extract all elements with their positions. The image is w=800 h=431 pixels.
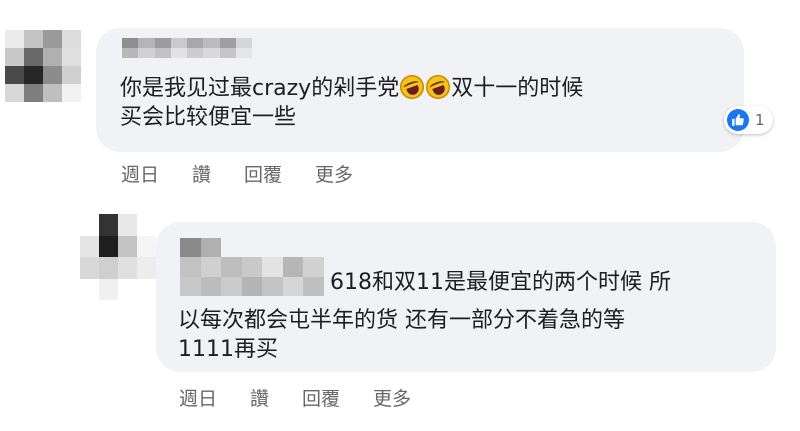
- comment-text-part: 买会比较便宜一些: [120, 105, 297, 130]
- censor-pixel: [5, 84, 24, 102]
- censor-pixel: [203, 48, 220, 58]
- censor-pixel: [62, 84, 81, 102]
- censor-pixel: [80, 214, 99, 236]
- censor-pixel: [99, 214, 118, 236]
- timestamp-link[interactable]: 週日: [179, 384, 217, 411]
- censor-pixel: [24, 30, 43, 48]
- censor-pixel: [303, 257, 324, 277]
- censor-pixel: [262, 257, 283, 277]
- comment-text-part: 双十一的时候: [451, 76, 584, 101]
- avatar[interactable]: [5, 30, 81, 102]
- reply-button[interactable]: 回覆: [244, 160, 282, 187]
- censor-pixel: [170, 38, 187, 48]
- censor-pixel: [180, 276, 201, 296]
- censor-pixel: [118, 278, 137, 300]
- censor-pixel: [187, 48, 204, 58]
- censor-pixel: [180, 238, 201, 258]
- censor-pixel: [200, 238, 222, 258]
- censor-pixel: [221, 257, 242, 277]
- comment-text: 你是我见过最crazy的剁手党 双十一的时候买会比较便宜一些: [120, 71, 720, 132]
- censor-pixel: [303, 276, 324, 296]
- censor-pixel: [282, 276, 304, 296]
- like-button[interactable]: 讚: [192, 160, 211, 187]
- censor-pixel: [219, 38, 236, 48]
- censor-pixel: [137, 257, 156, 279]
- comment-text: 以每次都会屯半年的货 还有一部分不着急的等 1111再买: [178, 306, 758, 364]
- censor-pixel: [154, 38, 171, 48]
- censor-pixel: [262, 276, 283, 296]
- censor-pixel: [235, 38, 252, 48]
- like-button[interactable]: 讚: [250, 384, 269, 411]
- censor-pixel: [99, 235, 118, 257]
- censor-pixel: [43, 84, 62, 102]
- reaction-count: 1: [755, 111, 765, 129]
- censor-pixel: [99, 257, 118, 279]
- rolling-on-floor-laughing-emoji: [396, 71, 428, 103]
- thumbs-up-icon: [727, 109, 749, 131]
- censor-pixel: [43, 48, 62, 66]
- censor-pixel: [99, 278, 118, 300]
- censor-pixel: [43, 66, 62, 84]
- censor-pixel: [5, 48, 24, 66]
- censor-pixel: [62, 48, 81, 66]
- comment-text-part: 你是我见过最crazy的剁手党: [120, 76, 400, 101]
- comment-text: 618和双11是最便宜的两个时候 所: [330, 270, 671, 295]
- censor-pixel: [241, 276, 263, 296]
- timestamp-link[interactable]: 週日: [121, 160, 159, 187]
- censor-pixel: [154, 48, 171, 58]
- rolling-on-floor-laughing-emoji: [422, 71, 454, 103]
- censor-pixel: [138, 48, 155, 58]
- censor-pixel: [221, 238, 242, 258]
- censor-pixel: [62, 30, 81, 48]
- censor-pixel: [24, 48, 43, 66]
- censor-pixel: [219, 48, 236, 58]
- censor-pixel: [282, 257, 304, 277]
- censor-pixel: [282, 238, 304, 258]
- censor-pixel: [137, 214, 156, 236]
- censor-pixel: [180, 257, 201, 277]
- censor-pixel: [80, 257, 99, 279]
- censor-pixel: [187, 38, 204, 48]
- comment-actions: 週日 讚 回覆 更多: [121, 160, 386, 187]
- author-name[interactable]: [180, 238, 324, 296]
- more-button[interactable]: 更多: [373, 384, 411, 411]
- censor-pixel: [137, 235, 156, 257]
- comment-text-part: 1111再买: [178, 337, 278, 362]
- censor-pixel: [138, 38, 155, 48]
- comment-text-part: 以每次都会屯半年的货 还有一部分不着急的等: [178, 308, 625, 333]
- censor-pixel: [24, 66, 43, 84]
- censor-pixel: [5, 30, 24, 48]
- censor-pixel: [170, 48, 187, 58]
- censor-pixel: [118, 235, 137, 257]
- censor-pixel: [203, 38, 220, 48]
- reaction-summary[interactable]: 1: [724, 106, 773, 134]
- censor-pixel: [200, 257, 222, 277]
- censor-pixel: [241, 238, 263, 258]
- censor-pixel: [262, 238, 283, 258]
- censor-pixel: [118, 214, 137, 236]
- censor-pixel: [137, 278, 156, 300]
- censor-pixel: [43, 30, 62, 48]
- censor-pixel: [241, 257, 263, 277]
- censor-pixel: [303, 238, 324, 258]
- avatar[interactable]: [80, 214, 156, 300]
- censor-pixel: [122, 48, 139, 58]
- comment-actions: 週日 讚 回覆 更多: [179, 384, 444, 411]
- censor-pixel: [24, 84, 43, 102]
- censor-pixel: [221, 276, 242, 296]
- censor-pixel: [5, 66, 24, 84]
- censor-pixel: [80, 235, 99, 257]
- reply-button[interactable]: 回覆: [302, 384, 340, 411]
- censor-pixel: [118, 257, 137, 279]
- censor-pixel: [80, 278, 99, 300]
- censor-pixel: [200, 276, 222, 296]
- more-button[interactable]: 更多: [315, 160, 353, 187]
- author-name[interactable]: [122, 38, 252, 58]
- censor-pixel: [122, 38, 139, 48]
- censor-pixel: [62, 66, 81, 84]
- censor-pixel: [235, 48, 252, 58]
